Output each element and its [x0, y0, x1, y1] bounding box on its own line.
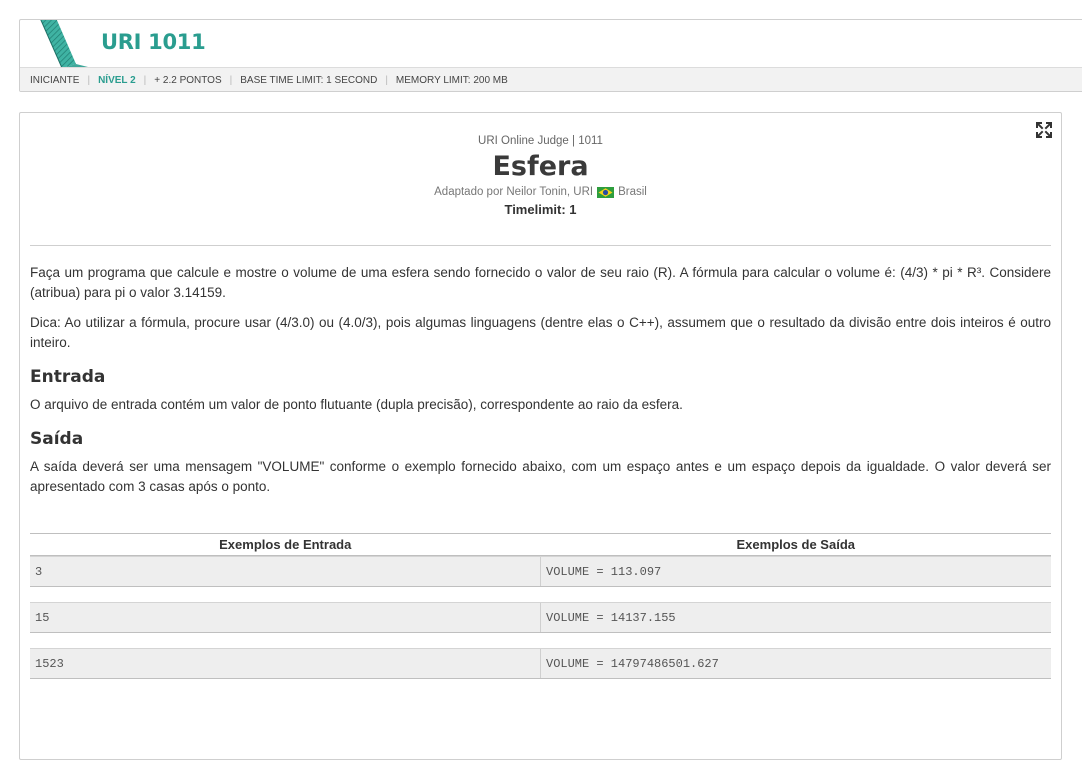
examples-input-header: Exemplos de Entrada — [219, 537, 352, 552]
hint-paragraph: Dica: Ao utilizar a fórmula, procure usa… — [30, 315, 1051, 350]
expand-icon[interactable] — [1036, 122, 1052, 138]
meta-separator: | — [87, 74, 91, 86]
meta-points: + 2.2 PONTOS — [154, 74, 222, 86]
problem-statement-card: URI Online Judge | 1011 Esfera Adaptado … — [19, 112, 1062, 760]
problem-header: URI 1011 INICIANTE | NÍVEL 2 | + 2.2 PON… — [19, 19, 1082, 92]
meta-separator: | — [143, 74, 147, 86]
meta-level: NÍVEL 2 — [98, 74, 136, 86]
meta-category[interactable]: INICIANTE — [30, 75, 79, 86]
header-top: URI 1011 — [20, 20, 1082, 68]
example-input: 1523 — [35, 657, 64, 671]
examples-output-header: Exemplos de Saída — [736, 537, 856, 552]
author-text[interactable]: Adaptado por Neilor Tonin, URI — [434, 186, 593, 198]
problem-body: Faça um programa que calcule e mostre o … — [30, 263, 1051, 507]
output-section-title: Saída — [30, 429, 84, 449]
problem-title: Esfera — [492, 151, 589, 182]
example-input: 15 — [35, 611, 50, 625]
problem-meta-bar: INICIANTE | NÍVEL 2 | + 2.2 PONTOS | BAS… — [20, 67, 1082, 91]
input-section-title: Entrada — [30, 367, 106, 387]
author-line: Adaptado por Neilor Tonin, URI Brasil — [20, 186, 1061, 198]
example-output: VOLUME = 14137.155 — [540, 603, 1051, 632]
example-row: 15 VOLUME = 14137.155 — [30, 602, 1051, 633]
example-row: 3 VOLUME = 113.097 — [30, 556, 1051, 587]
judge-line: URI Online Judge | 1011 — [478, 135, 603, 147]
example-spacer — [30, 587, 1051, 602]
divider — [30, 245, 1051, 246]
problem-heading: URI Online Judge | 1011 Esfera Adaptado … — [20, 113, 1061, 217]
example-output: VOLUME = 14797486501.627 — [540, 649, 1051, 678]
example-spacer — [30, 633, 1051, 648]
example-row: 1523 VOLUME = 14797486501.627 — [30, 648, 1051, 679]
problem-code: URI 1011 — [101, 30, 206, 54]
author-country: Brasil — [618, 186, 647, 198]
description-paragraph: Faça um programa que calcule e mostre o … — [30, 265, 1051, 300]
meta-base-time: BASE TIME LIMIT: 1 SECOND — [240, 74, 378, 86]
meta-separator: | — [229, 74, 233, 86]
input-description: O arquivo de entrada contém um valor de … — [30, 397, 683, 412]
meta-memory: MEMORY LIMIT: 200 MB — [395, 74, 508, 86]
meta-separator: | — [385, 74, 388, 86]
examples-table: Exemplos de Entrada Exemplos de Saída 3 … — [30, 533, 1051, 679]
uri-stripe-logo-icon — [40, 20, 92, 68]
output-description: A saída deverá ser uma mensagem "VOLUME"… — [30, 459, 1051, 494]
example-input: 3 — [35, 565, 43, 579]
timelimit: Timelimit: 1 — [504, 202, 577, 217]
examples-header-row: Exemplos de Entrada Exemplos de Saída — [30, 534, 1051, 556]
example-output: VOLUME = 113.097 — [540, 557, 1051, 586]
brazil-flag-icon — [597, 186, 615, 198]
